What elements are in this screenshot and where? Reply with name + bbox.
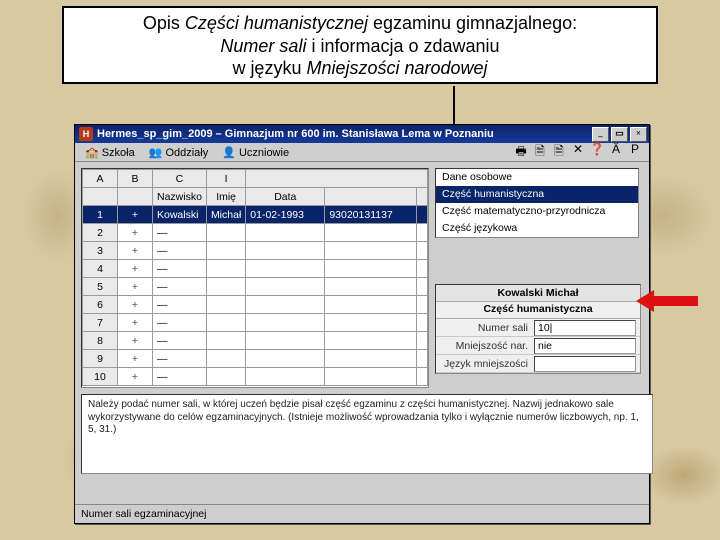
table-row[interactable]: 8+— [83,332,428,350]
jezyk-input[interactable] [534,356,636,372]
table-row[interactable]: 4+— [83,260,428,278]
titlebar: H Hermes_sp_gim_2009 – Gimnazjum nr 600 … [75,125,649,143]
detail-panel: Kowalski Michał Część humanistyczna Nume… [435,284,641,374]
status-bar: Numer sali egzaminacyjnej [75,504,649,523]
detail-row-label: Numer sali [436,322,534,334]
table-row[interactable]: 10+— [83,368,428,386]
col-rownum [83,188,118,206]
col-nazwisko[interactable]: Nazwisko [153,188,207,206]
school-icon: 🏫 [85,147,99,159]
callout-arrow-icon [636,290,698,312]
doc1-icon[interactable]: 🗎 [532,142,548,163]
tab-letter-c[interactable]: C [153,170,207,188]
table-row[interactable]: 3+— [83,242,428,260]
toolbar-icons: 🖶 🗎 🗎 ✕ ❓ Ä P [513,142,649,163]
maximize-button[interactable]: ▭ [611,127,628,142]
table-row[interactable]: 2+— [83,224,428,242]
mniejszosc-input[interactable]: nie [534,338,636,354]
student-icon: 👤 [222,147,236,159]
detail-student-name: Kowalski Michał [436,285,640,302]
app-window: H Hermes_sp_gim_2009 – Gimnazjum nr 600 … [74,124,650,524]
detail-row: Mniejszość nar.nie [436,337,640,355]
tab-letter-b[interactable]: B [118,170,153,188]
help-note: Należy podać numer sali, w której uczeń … [81,394,653,474]
menu-uczniowie[interactable]: 👤Uczniowie [216,145,295,160]
col-imie[interactable]: Imię [206,188,245,206]
table-row[interactable]: 1+KowalskiMichał01-02-199393020131137 [83,206,428,224]
sections-list[interactable]: Dane osoboweCzęść humanistycznaCzęść mat… [435,168,639,238]
col-data[interactable]: Data [246,188,325,206]
section-item[interactable]: Część humanistyczna [436,186,638,203]
window-title: Hermes_sp_gim_2009 – Gimnazjum nr 600 im… [97,128,592,140]
tab-letter-a[interactable]: A [83,170,118,188]
minimize-button[interactable]: _ [592,127,609,142]
close-button[interactable]: × [630,127,647,142]
detail-row-label: Mniejszość nar. [436,340,534,352]
detail-section-title: Część humanistyczna [436,302,640,319]
menubar: 🏫Szkoła 👥Oddziały 👤Uczniowie 🖶 🗎 🗎 ✕ ❓ Ä… [75,143,649,162]
group-icon: 👥 [149,147,163,159]
table-row[interactable]: 6+— [83,296,428,314]
help-icon[interactable]: ❓ [589,142,605,163]
app-icon: H [79,127,93,141]
menu-oddzialy[interactable]: 👥Oddziały [143,145,215,160]
section-item[interactable]: Dane osobowe [436,169,638,186]
students-table[interactable]: A B C I Nazwisko Imię Data 1+KowalskiMic… [81,168,429,388]
col-expand [118,188,153,206]
slide-title-box: Opis Części humanistycznej egzaminu gimn… [62,6,658,84]
section-item[interactable]: Część językowa [436,220,638,237]
table-row[interactable]: 5+— [83,278,428,296]
table-row[interactable]: 7+— [83,314,428,332]
delete-icon[interactable]: ✕ [570,142,586,163]
char-p-icon[interactable]: P [627,142,643,163]
detail-row: Język mniejszości [436,355,640,373]
section-item[interactable]: Część matematyczno-przyrodnicza [436,203,638,220]
print-icon[interactable]: 🖶 [513,142,529,163]
table-row[interactable]: 9+— [83,350,428,368]
menu-szkola[interactable]: 🏫Szkoła [79,145,141,160]
status-text: Numer sali egzaminacyjnej [81,508,206,520]
char-a-icon[interactable]: Ä [608,142,624,163]
numer-sali-input[interactable]: 10| [534,320,636,336]
detail-row: Numer sali10| [436,319,640,337]
doc2-icon[interactable]: 🗎 [551,142,567,163]
detail-row-label: Język mniejszości [436,358,534,370]
callout-line [453,86,455,124]
tab-letter-i[interactable]: I [206,170,245,188]
